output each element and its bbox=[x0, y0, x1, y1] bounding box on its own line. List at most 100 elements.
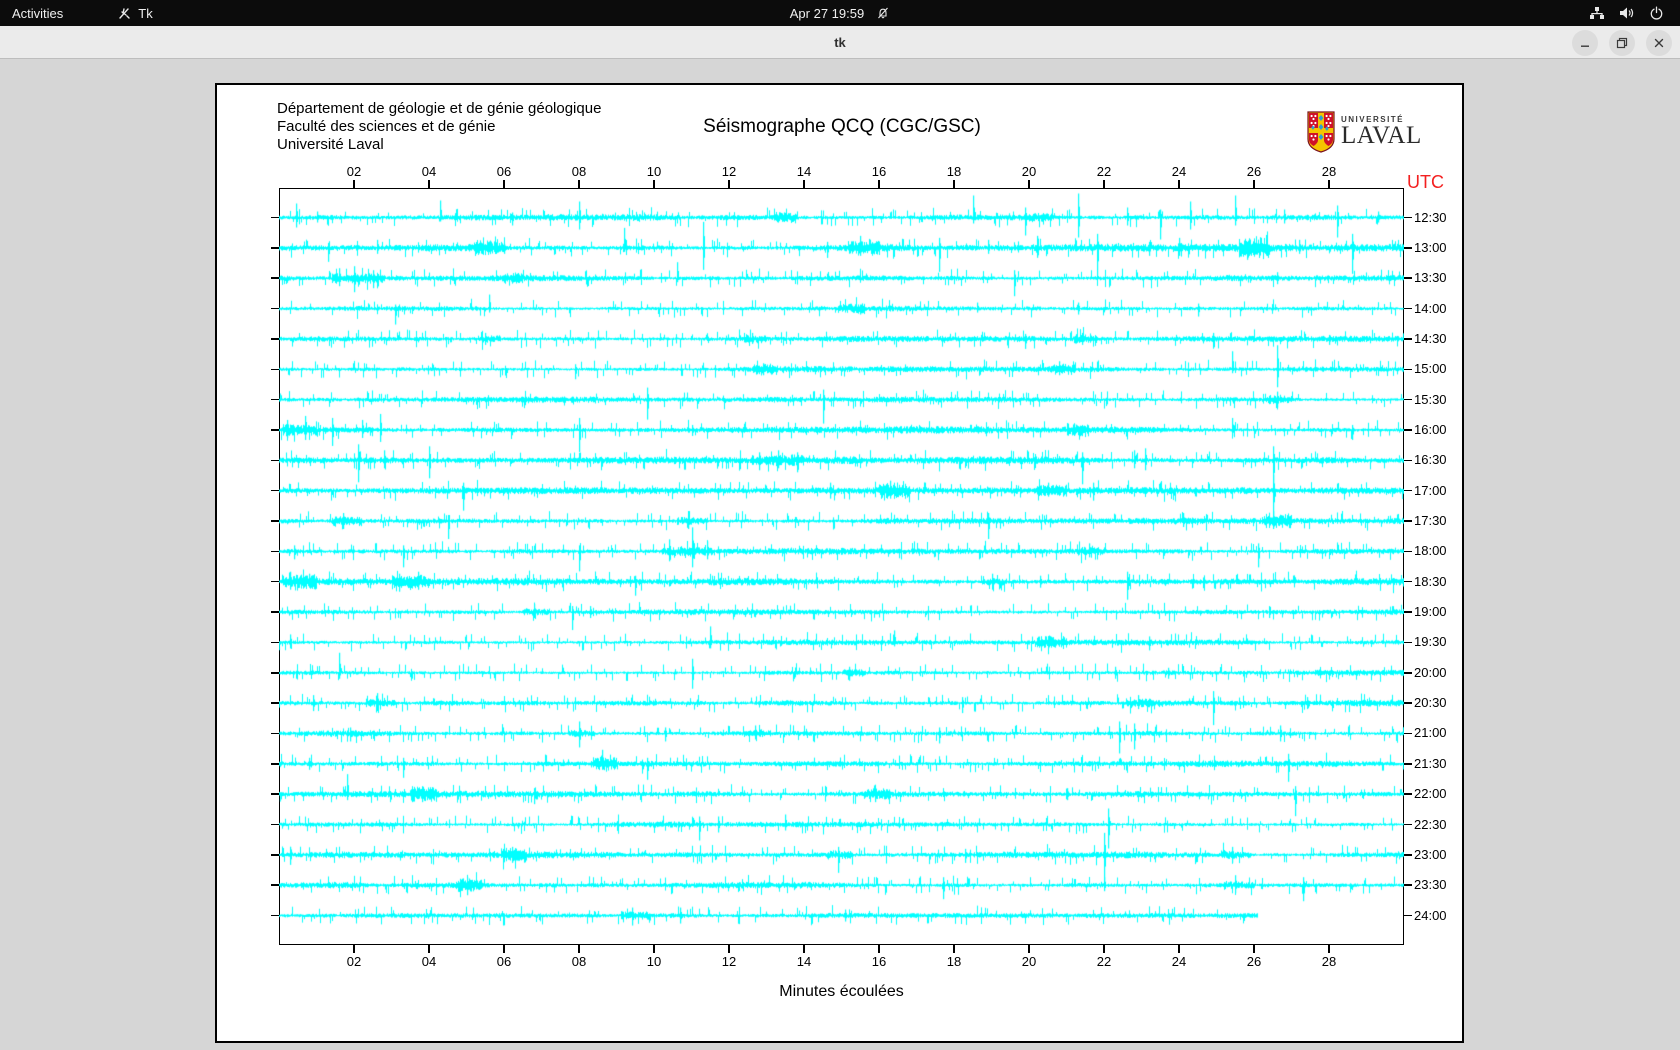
x-tick-top bbox=[1253, 180, 1255, 188]
seismogram-traces bbox=[279, 188, 1404, 945]
minimize-button[interactable] bbox=[1572, 30, 1598, 56]
clock-menu-button[interactable]: Apr 27 19:59 bbox=[778, 0, 902, 26]
row-tick-left bbox=[271, 611, 279, 613]
x-tick-label-bottom: 28 bbox=[1314, 954, 1344, 969]
x-tick-bottom bbox=[428, 945, 430, 953]
row-tick-right bbox=[1404, 611, 1412, 613]
x-tick-label-bottom: 26 bbox=[1239, 954, 1269, 969]
x-tick-top bbox=[728, 180, 730, 188]
x-tick-top bbox=[1103, 180, 1105, 188]
row-time-label: 14:30 bbox=[1414, 331, 1460, 347]
window-titlebar[interactable]: tk bbox=[0, 26, 1680, 59]
x-tick-bottom bbox=[728, 945, 730, 953]
row-tick-right bbox=[1404, 338, 1412, 340]
x-tick-top bbox=[578, 180, 580, 188]
row-tick-left bbox=[271, 369, 279, 371]
x-tick-bottom bbox=[803, 945, 805, 953]
seismograph-sheet: Département de géologie et de génie géol… bbox=[215, 83, 1464, 1043]
row-tick-right bbox=[1404, 915, 1412, 917]
x-tick-label-top: 24 bbox=[1164, 164, 1194, 179]
row-time-label: 19:00 bbox=[1414, 604, 1460, 620]
x-tick-label-bottom: 20 bbox=[1014, 954, 1044, 969]
row-time-label: 21:30 bbox=[1414, 756, 1460, 772]
row-tick-left bbox=[271, 793, 279, 795]
x-tick-bottom bbox=[578, 945, 580, 953]
maximize-button[interactable] bbox=[1609, 30, 1635, 56]
row-tick-left bbox=[271, 915, 279, 917]
x-tick-label-top: 04 bbox=[414, 164, 444, 179]
row-tick-right bbox=[1404, 277, 1412, 279]
x-tick-top bbox=[953, 180, 955, 188]
x-tick-label-bottom: 22 bbox=[1089, 954, 1119, 969]
window-controls bbox=[1572, 29, 1672, 56]
row-time-label: 18:00 bbox=[1414, 543, 1460, 559]
row-time-label: 15:00 bbox=[1414, 361, 1460, 377]
row-tick-left bbox=[271, 884, 279, 886]
x-tick-label-top: 12 bbox=[714, 164, 744, 179]
clock-label: Apr 27 19:59 bbox=[790, 6, 864, 21]
system-status-menu[interactable] bbox=[1573, 0, 1680, 26]
x-tick-bottom bbox=[353, 945, 355, 953]
row-tick-right bbox=[1404, 793, 1412, 795]
x-tick-label-bottom: 12 bbox=[714, 954, 744, 969]
row-tick-left bbox=[271, 338, 279, 340]
row-time-label: 13:00 bbox=[1414, 240, 1460, 256]
row-time-label: 23:00 bbox=[1414, 847, 1460, 863]
x-tick-label-top: 16 bbox=[864, 164, 894, 179]
x-tick-bottom bbox=[1253, 945, 1255, 953]
laval-logo-line2: LAVAL bbox=[1341, 124, 1422, 148]
row-tick-left bbox=[271, 429, 279, 431]
x-tick-top bbox=[1178, 180, 1180, 188]
x-axis-title: Minutes écoulées bbox=[279, 983, 1404, 1001]
row-tick-left bbox=[271, 642, 279, 644]
row-tick-right bbox=[1404, 520, 1412, 522]
x-tick-top bbox=[503, 180, 505, 188]
row-tick-left bbox=[271, 702, 279, 704]
x-tick-bottom bbox=[953, 945, 955, 953]
x-tick-top bbox=[803, 180, 805, 188]
x-tick-label-top: 02 bbox=[339, 164, 369, 179]
row-tick-right bbox=[1404, 247, 1412, 249]
window-title: tk bbox=[0, 26, 1680, 59]
row-tick-right bbox=[1404, 217, 1412, 219]
x-tick-label-bottom: 18 bbox=[939, 954, 969, 969]
row-time-label: 20:30 bbox=[1414, 695, 1460, 711]
x-tick-top bbox=[428, 180, 430, 188]
row-tick-right bbox=[1404, 399, 1412, 401]
row-time-label: 15:30 bbox=[1414, 392, 1460, 408]
laval-shield-icon bbox=[1307, 111, 1335, 158]
x-tick-label-bottom: 16 bbox=[864, 954, 894, 969]
row-tick-left bbox=[271, 551, 279, 553]
row-tick-left bbox=[271, 308, 279, 310]
x-tick-top bbox=[353, 180, 355, 188]
x-tick-bottom bbox=[503, 945, 505, 953]
utc-label: UTC bbox=[1407, 172, 1444, 193]
x-tick-label-bottom: 06 bbox=[489, 954, 519, 969]
row-tick-left bbox=[271, 854, 279, 856]
row-tick-right bbox=[1404, 733, 1412, 735]
x-tick-bottom bbox=[1028, 945, 1030, 953]
row-tick-left bbox=[271, 460, 279, 462]
row-tick-right bbox=[1404, 581, 1412, 583]
x-tick-label-bottom: 24 bbox=[1164, 954, 1194, 969]
row-tick-right bbox=[1404, 763, 1412, 765]
x-tick-label-top: 20 bbox=[1014, 164, 1044, 179]
close-button[interactable] bbox=[1646, 30, 1672, 56]
row-tick-right bbox=[1404, 460, 1412, 462]
row-tick-right bbox=[1404, 369, 1412, 371]
row-time-label: 22:30 bbox=[1414, 817, 1460, 833]
row-time-label: 24:00 bbox=[1414, 908, 1460, 924]
row-tick-left bbox=[271, 824, 279, 826]
minimize-icon bbox=[1581, 45, 1589, 46]
row-time-label: 21:00 bbox=[1414, 725, 1460, 741]
row-time-label: 23:30 bbox=[1414, 877, 1460, 893]
row-tick-right bbox=[1404, 490, 1412, 492]
row-tick-left bbox=[271, 247, 279, 249]
restore-icon bbox=[1616, 37, 1628, 49]
row-tick-left bbox=[271, 490, 279, 492]
x-tick-top bbox=[1328, 180, 1330, 188]
x-tick-label-bottom: 08 bbox=[564, 954, 594, 969]
gnome-top-bar: Activities Tk Apr 27 19:59 bbox=[0, 0, 1680, 26]
x-tick-bottom bbox=[1328, 945, 1330, 953]
row-tick-left bbox=[271, 581, 279, 583]
